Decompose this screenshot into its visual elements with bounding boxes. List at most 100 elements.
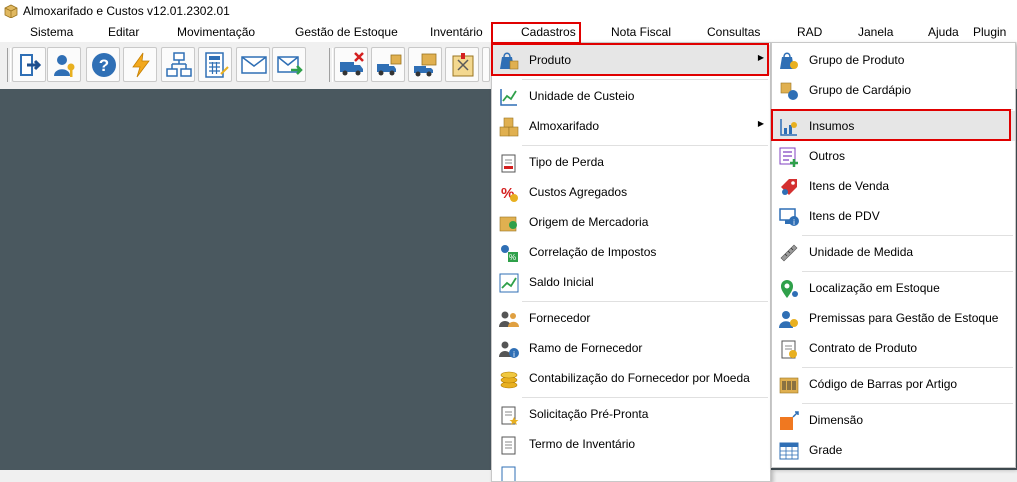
app-box-icon	[4, 4, 18, 18]
truck-transfer-button[interactable]	[408, 47, 442, 82]
user-key-icon	[54, 55, 75, 77]
menu-plugin[interactable]: Plugin	[973, 25, 1006, 39]
people-icon	[499, 311, 519, 327]
menu-item-label: Contabilização do Fornecedor por Moeda	[529, 371, 750, 385]
menu-item-grupo-de-produto[interactable]: Grupo de Produto	[772, 45, 1015, 75]
menu-item-label: Premissas para Gestão de Estoque	[809, 311, 999, 325]
menu-item-saldo-inicial[interactable]: Saldo Inicial	[492, 267, 770, 297]
menu-separator	[522, 301, 768, 302]
boxes-icon	[499, 117, 519, 137]
menu-movimentacao[interactable]: Movimentação	[177, 25, 255, 39]
help-button[interactable]: ?	[86, 47, 120, 82]
org-chart-icon	[166, 52, 192, 77]
document-minus-icon	[501, 154, 516, 173]
menu-item-label: Termo de Inventário	[529, 437, 636, 451]
menu-item-label: Grupo de Produto	[809, 53, 905, 67]
menu-item-itens-de-pdv[interactable]: i Itens de PDV	[772, 201, 1015, 231]
menu-item-custos-agregados[interactable]: % Custos Agregados	[492, 177, 770, 207]
submenu-arrow-icon: ▶	[757, 53, 764, 62]
menu-item-ramo-de-fornecedor[interactable]: i Ramo de Fornecedor	[492, 333, 770, 363]
menu-item-contrato-de-produto[interactable]: Contrato de Produto	[772, 333, 1015, 363]
menu-item-solicitacao-pre-pronta[interactable]: Solicitação Pré-Pronta	[492, 399, 770, 429]
menu-item-label: Solicitação Pré-Pronta	[529, 407, 649, 421]
menu-item-codigo-de-barras-por-artigo[interactable]: Código de Barras por Artigo	[772, 369, 1015, 399]
menu-item-label: Grupo de Cardápio	[809, 83, 912, 97]
menu-item-label: Unidade de Medida	[809, 245, 914, 259]
menu-separator	[802, 403, 1013, 404]
toolbar-overflow[interactable]	[482, 47, 490, 82]
menu-ajuda[interactable]: Ajuda	[928, 25, 959, 39]
window-title: Almoxarifado e Custos v12.01.2302.01	[23, 4, 230, 18]
document-icon	[501, 436, 516, 455]
menu-item-grupo-de-cardapio[interactable]: Grupo de Cardápio	[772, 75, 1015, 105]
ruler-icon	[780, 244, 798, 262]
submenu-arrow-icon: ▶	[757, 119, 764, 128]
menu-rad[interactable]: RAD	[797, 25, 822, 39]
user-key-button[interactable]	[47, 47, 81, 82]
coins-icon	[500, 371, 518, 389]
calculator-button[interactable]	[198, 47, 232, 82]
barcode-icon	[779, 377, 799, 394]
menu-separator	[802, 367, 1013, 368]
menu-item-fornecedor[interactable]: Fornecedor	[492, 303, 770, 333]
menu-item-termo-de-inventario[interactable]: Termo de Inventário	[492, 429, 770, 459]
map-pin-icon	[781, 280, 798, 298]
menu-item-origem-de-mercadoria[interactable]: Origem de Mercadoria	[492, 207, 770, 237]
menu-item-contabilizacao-do-fornecedor-por-moeda[interactable]: Contabilização do Fornecedor por Moeda	[492, 363, 770, 393]
person-gear-icon	[779, 311, 798, 328]
menu-item-itens-de-venda[interactable]: Itens de Venda	[772, 171, 1015, 201]
menu-consultas[interactable]: Consultas	[707, 25, 760, 39]
menu-item-label: Contrato de Produto	[809, 341, 918, 355]
menu-sistema[interactable]: Sistema	[30, 25, 73, 39]
menu-item-unidade-de-medida[interactable]: Unidade de Medida	[772, 237, 1015, 267]
menu-separator	[522, 145, 768, 146]
menu-item-outros[interactable]: Outros	[772, 141, 1015, 171]
truck-remove-button[interactable]	[334, 47, 368, 82]
menu-item-premissas-para-gestao-de-estoque[interactable]: Premissas para Gestão de Estoque	[772, 303, 1015, 333]
menu-item-almoxarifado[interactable]: Almoxarifado ▶	[492, 111, 770, 141]
people-info-icon: i	[499, 341, 519, 359]
inventory-box-icon	[452, 53, 474, 77]
dimension-icon	[780, 411, 799, 430]
menu-cadastros[interactable]: Cadastros	[521, 25, 576, 39]
inventory-box-button[interactable]	[445, 47, 479, 82]
menu-item-correlacao-de-impostos[interactable]: % Correlação de Impostos	[492, 237, 770, 267]
menu-janela[interactable]: Janela	[858, 25, 893, 39]
menu-item-label: Tipo de Perda	[529, 155, 604, 169]
menu-item-tipo-de-perda[interactable]: Tipo de Perda	[492, 147, 770, 177]
menu-item-label: Localização em Estoque	[809, 281, 940, 295]
menu-item-insumos[interactable]: Insumos	[772, 111, 1015, 141]
org-chart-button[interactable]	[161, 47, 195, 82]
menu-editar[interactable]: Editar	[108, 25, 139, 39]
menu-item-label: Origem de Mercadoria	[529, 215, 649, 229]
truck-transfer-icon	[414, 53, 437, 77]
truck-box-button[interactable]	[371, 47, 405, 82]
menu-item-truncated[interactable]	[492, 459, 770, 481]
toolbar-separator	[7, 48, 11, 82]
menu-item-localizacao-em-estoque[interactable]: Localização em Estoque	[772, 273, 1015, 303]
mail-send-button[interactable]	[272, 47, 306, 82]
menu-item-label: Custos Agregados	[529, 185, 628, 199]
menu-item-label: Dimensão	[809, 413, 864, 427]
menu-gestao-de-estoque[interactable]: Gestão de Estoque	[295, 25, 398, 39]
menu-item-label: Fornecedor	[529, 311, 591, 325]
menu-item-produto[interactable]: Produto ▶	[492, 45, 770, 75]
toolbar-separator	[329, 48, 333, 82]
exit-button[interactable]	[12, 47, 46, 82]
svg-text:?: ?	[99, 56, 109, 75]
lightning-button[interactable]	[123, 47, 157, 82]
menu-bar: Sistema Editar Movimentação Gestão de Es…	[0, 22, 1017, 42]
origin-icon	[499, 216, 517, 232]
menu-item-label: Produto	[529, 53, 572, 67]
menu-item-dimensao[interactable]: Dimensão	[772, 405, 1015, 435]
menu-nota-fiscal[interactable]: Nota Fiscal	[611, 25, 671, 39]
exit-icon	[20, 54, 42, 76]
menu-item-grade[interactable]: Grade	[772, 435, 1015, 465]
mail-button[interactable]	[236, 47, 270, 82]
tax-icon: %	[501, 245, 518, 262]
menu-item-label: Almoxarifado	[529, 119, 600, 133]
produto-icon	[500, 52, 519, 70]
svg-text:%: %	[509, 253, 516, 262]
menu-inventario[interactable]: Inventário	[430, 25, 483, 39]
menu-item-unidade-de-custeio[interactable]: Unidade de Custeio	[492, 81, 770, 111]
